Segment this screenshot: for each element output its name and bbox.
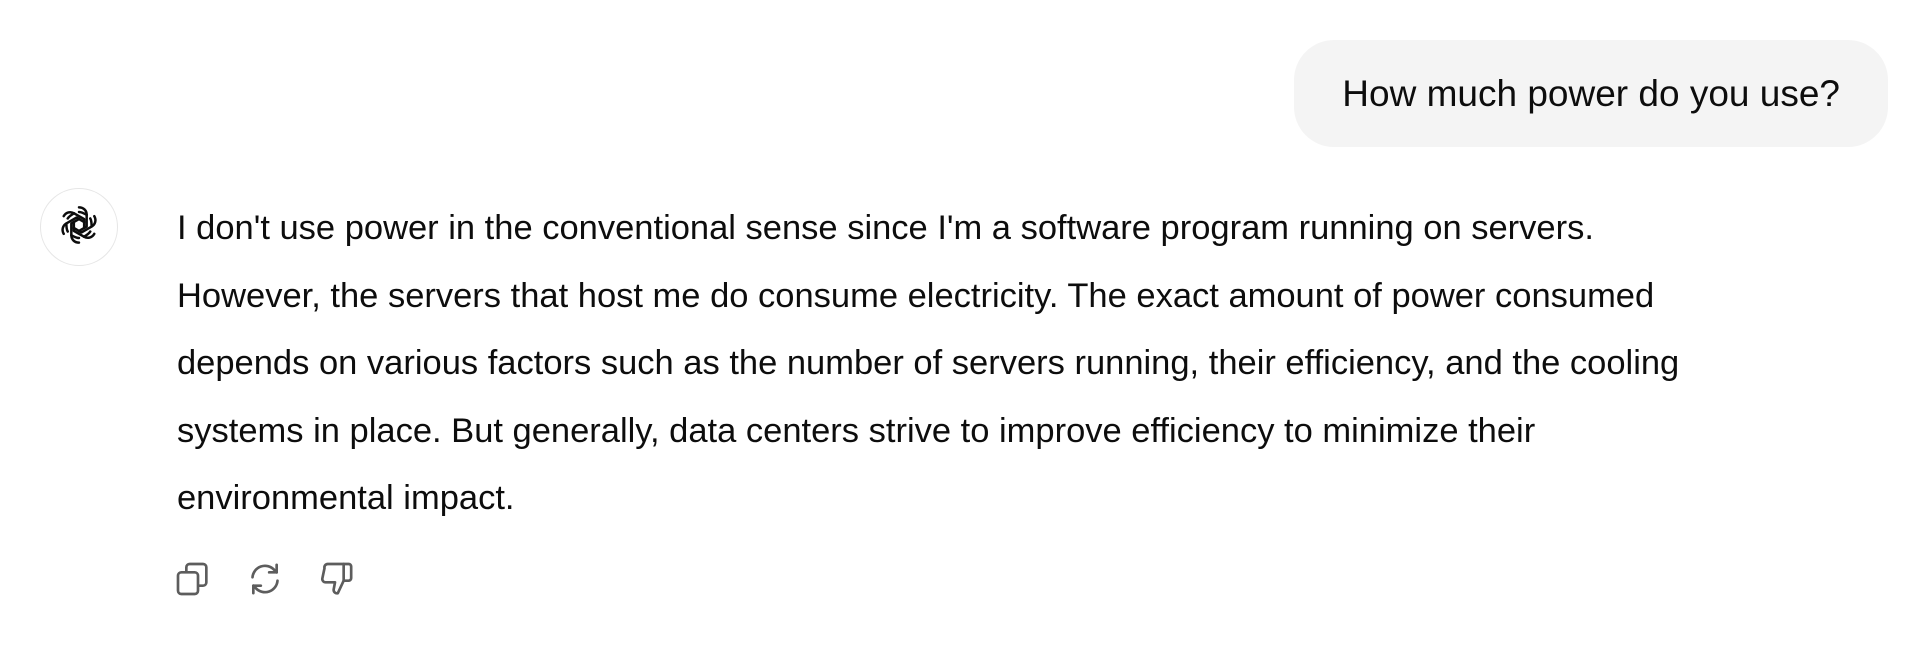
assistant-message-line: environmental impact. xyxy=(177,479,515,517)
regenerate-icon xyxy=(245,559,285,604)
chat-page: How much power do you use? I don't use p… xyxy=(0,0,1920,655)
assistant-message-line: depends on various factors such as the n… xyxy=(177,344,1680,382)
assistant-message-text: I don't use power in the conventional se… xyxy=(177,195,1887,533)
assistant-message-line: systems in place. But generally, data ce… xyxy=(177,411,1536,450)
assistant-message-line: However, the servers that host me do con… xyxy=(177,276,1655,315)
message-actions xyxy=(172,560,358,602)
regenerate-button[interactable] xyxy=(244,560,286,602)
copy-button[interactable] xyxy=(172,560,214,602)
assistant-avatar xyxy=(40,188,118,266)
user-message-row: How much power do you use? xyxy=(1294,40,1888,147)
thumbs-down-icon xyxy=(317,559,357,604)
copy-icon xyxy=(173,559,213,604)
openai-logo-icon xyxy=(56,202,102,253)
assistant-message-line: I don't use power in the conventional se… xyxy=(177,209,1594,247)
user-message-bubble: How much power do you use? xyxy=(1294,40,1888,147)
thumbs-down-button[interactable] xyxy=(316,560,358,602)
